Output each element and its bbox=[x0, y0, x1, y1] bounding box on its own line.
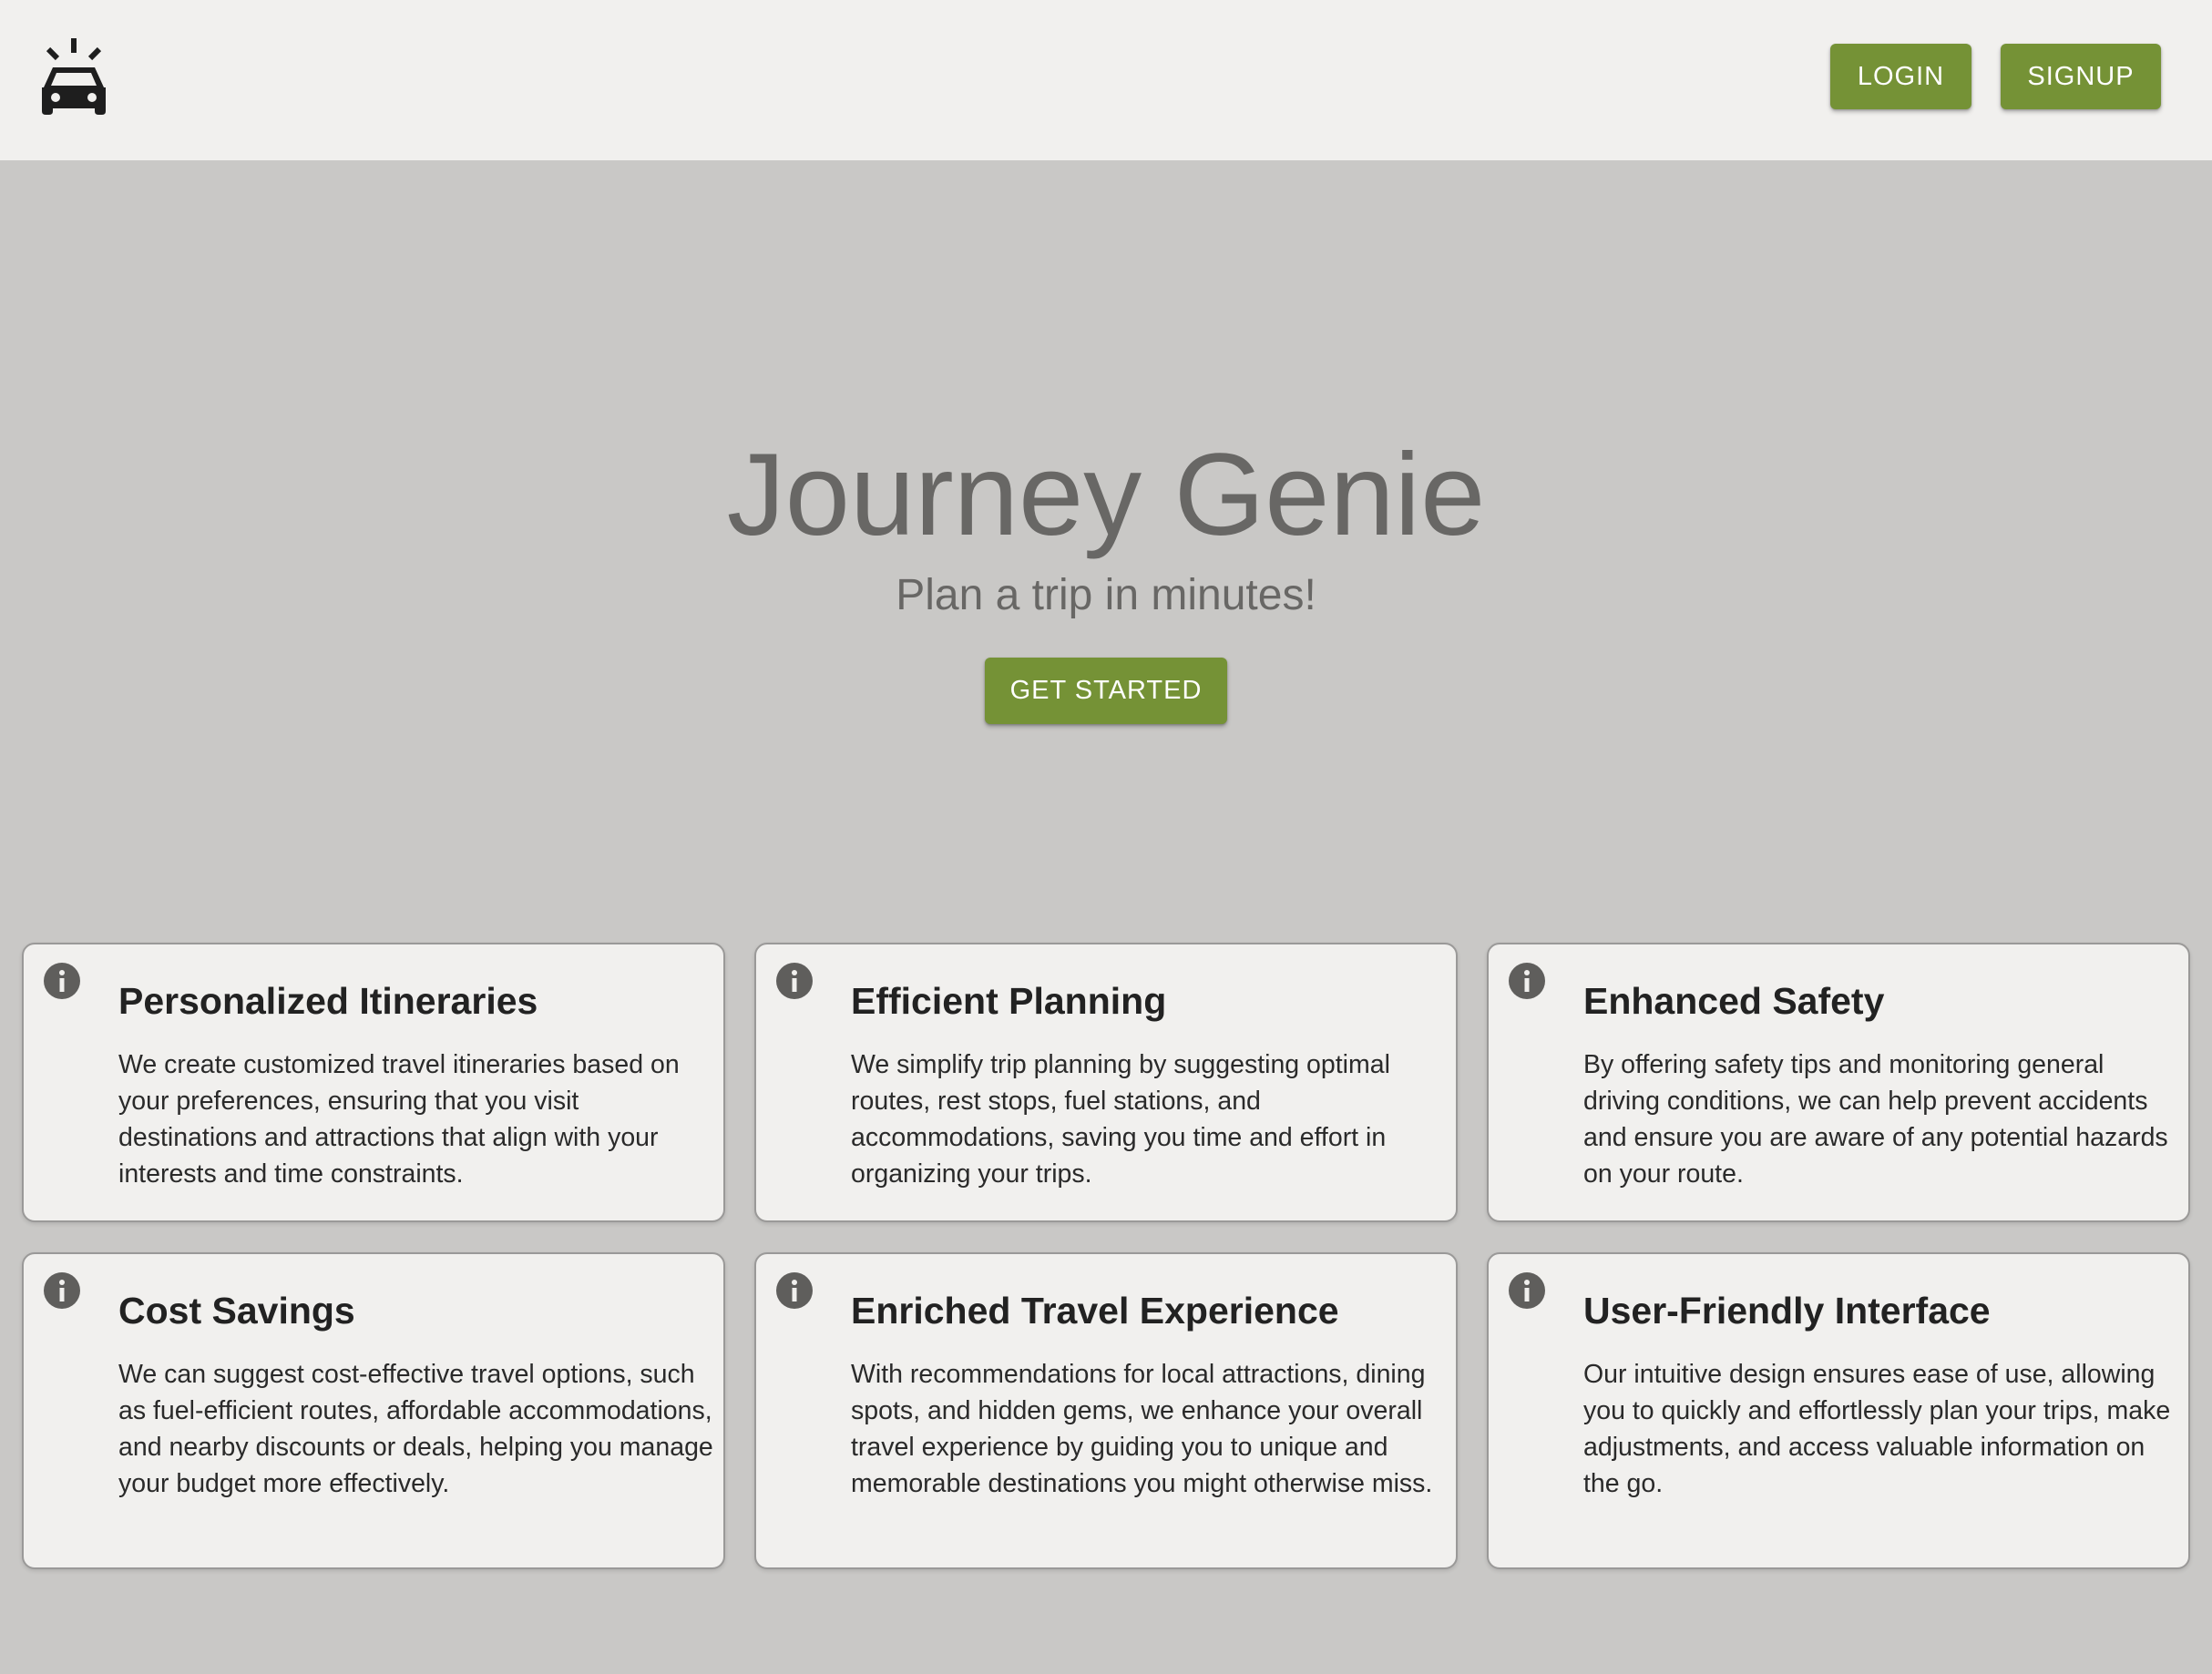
feature-description: We simplify trip planning by suggesting … bbox=[851, 1050, 1390, 1189]
info-icon[interactable] bbox=[1509, 1272, 1545, 1309]
feature-description: We create customized travel itineraries … bbox=[118, 1050, 680, 1189]
feature-title: Personalized Itineraries bbox=[118, 980, 538, 1022]
info-icon[interactable] bbox=[776, 1272, 813, 1309]
feature-title: Enhanced Safety bbox=[1583, 980, 1885, 1022]
hero-title: Journey Genie bbox=[726, 430, 1486, 560]
feature-card-efficient-planning: Efficient Planning We simplify trip plan… bbox=[754, 943, 1458, 1222]
feature-card-cost-savings: Cost Savings We can suggest cost-effecti… bbox=[22, 1252, 725, 1569]
feature-title: Efficient Planning bbox=[851, 980, 1167, 1022]
feature-description: We can suggest cost-effective travel opt… bbox=[118, 1360, 713, 1498]
hero-subtitle: Plan a trip in minutes! bbox=[896, 571, 1316, 619]
info-icon[interactable] bbox=[44, 1272, 80, 1309]
get-started-button[interactable]: GET STARTED bbox=[985, 658, 1227, 724]
feature-title: User-Friendly Interface bbox=[1583, 1290, 1991, 1332]
feature-description: With recommendations for local attractio… bbox=[851, 1360, 1433, 1498]
feature-card-personalized-itineraries: Personalized Itineraries We create custo… bbox=[22, 943, 725, 1222]
info-icon[interactable] bbox=[776, 963, 813, 999]
car-siren-icon[interactable] bbox=[40, 38, 108, 117]
feature-description: By offering safety tips and monitoring g… bbox=[1583, 1050, 2168, 1189]
feature-card-enhanced-safety: Enhanced Safety By offering safety tips … bbox=[1487, 943, 2190, 1222]
info-icon[interactable] bbox=[44, 963, 80, 999]
feature-card-enriched-travel-experience: Enriched Travel Experience With recommen… bbox=[754, 1252, 1458, 1569]
top-app-bar: LOGIN SIGNUP bbox=[0, 0, 2212, 160]
feature-title: Cost Savings bbox=[118, 1290, 355, 1332]
signup-button[interactable]: SIGNUP bbox=[2001, 44, 2161, 109]
feature-card-user-friendly-interface: User-Friendly Interface Our intuitive de… bbox=[1487, 1252, 2190, 1569]
feature-description: Our intuitive design ensures ease of use… bbox=[1583, 1360, 2171, 1498]
login-button[interactable]: LOGIN bbox=[1830, 44, 1971, 109]
info-icon[interactable] bbox=[1509, 963, 1545, 999]
feature-title: Enriched Travel Experience bbox=[851, 1290, 1339, 1332]
